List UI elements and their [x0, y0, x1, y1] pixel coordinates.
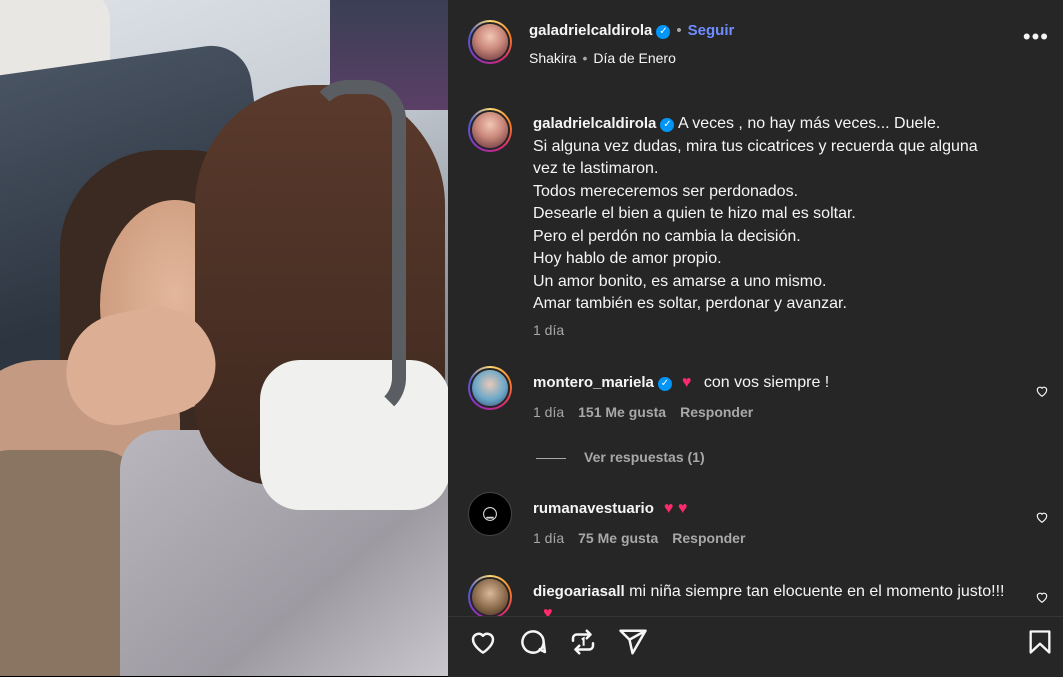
- more-options-icon[interactable]: •••: [1023, 26, 1049, 48]
- caption-line: Un amor bonito, es amarse a uno mismo.: [533, 272, 827, 290]
- author-username[interactable]: galadrielcaldirola: [529, 22, 652, 39]
- replies-divider: [536, 457, 566, 459]
- comment-body: mi niña siempre tan elocuente en el mome…: [629, 583, 1005, 600]
- post-header: galadrielcaldirola ✓ • Seguir Shakira • Día d…: [448, 0, 1063, 88]
- share-icon[interactable]: [618, 627, 648, 657]
- audio-info[interactable]: Shakira • Día de Enero: [529, 50, 676, 66]
- follow-button[interactable]: Seguir: [688, 22, 735, 39]
- caption-line: Amar también es soltar, perdonar y avanz…: [533, 295, 847, 312]
- verified-icon: ✓: [660, 118, 675, 132]
- caption-timestamp[interactable]: 1 día: [533, 322, 564, 338]
- audio-song: Día de Enero: [593, 50, 676, 66]
- comment-likes[interactable]: 75 Me gusta: [578, 530, 658, 546]
- save-bookmark-icon[interactable]: [1026, 627, 1054, 657]
- comment-time[interactable]: 1 día: [533, 404, 564, 420]
- comment-meta: 1 día 75 Me gusta Responder: [533, 530, 745, 546]
- commenter-avatar[interactable]: [468, 366, 512, 410]
- comment-icon[interactable]: [518, 627, 548, 657]
- like-icon[interactable]: [468, 627, 498, 657]
- verified-icon: ✓: [656, 25, 671, 39]
- comment-meta: 1 día 151 Me gusta Responder: [533, 404, 753, 420]
- commenter-username[interactable]: diegoariasall: [533, 583, 625, 600]
- commenter-avatar[interactable]: [468, 492, 512, 536]
- brand-logo-icon: [483, 507, 497, 521]
- view-replies-button[interactable]: Ver respuestas (1): [536, 449, 705, 465]
- comment-text: montero_mariela ✓ ♥ con vos siempre !: [533, 372, 1013, 394]
- comment-text: diegoariasall mi niña siempre tan elocue…: [533, 581, 1013, 616]
- commenter-username[interactable]: rumanavestuario: [533, 500, 654, 517]
- separator-dot: •: [582, 50, 588, 66]
- caption-line: Pero el perdón no cambia la decisión.: [533, 227, 801, 245]
- caption-line: Desearle el bien a quien te hizo mal es …: [533, 205, 856, 222]
- reply-button[interactable]: Responder: [672, 530, 745, 546]
- heart-outline-icon[interactable]: [1035, 510, 1049, 524]
- caption-line: Hoy hablo de amor propio.: [533, 250, 722, 267]
- comment-time[interactable]: 1 día: [533, 530, 564, 546]
- comment-item: diegoariasall mi niña siempre tan elocue…: [448, 575, 1063, 616]
- separator-dot: •: [676, 22, 682, 39]
- post-actions-bar: [448, 616, 1063, 677]
- headphones: [308, 80, 406, 418]
- post-media[interactable]: [0, 0, 448, 676]
- repost-icon[interactable]: [568, 627, 598, 657]
- reply-button[interactable]: Responder: [680, 404, 753, 420]
- caption-author-username[interactable]: galadrielcaldirola: [533, 115, 656, 132]
- comment-text: rumanavestuario ♥ ♥: [533, 498, 1013, 520]
- heart-outline-icon[interactable]: [1035, 590, 1049, 604]
- caption-line: Todos mereceremos ser perdonados.: [533, 182, 799, 200]
- comment-body: con vos siempre !: [703, 374, 830, 391]
- caption-line: vez te lastimaron.: [533, 160, 659, 177]
- commenter-avatar[interactable]: [468, 575, 512, 616]
- caption-text: galadrielcaldirola ✓ A veces , no hay más…: [533, 113, 1023, 316]
- heart-outline-icon[interactable]: [1035, 384, 1049, 398]
- comment-likes[interactable]: 151 Me gusta: [578, 404, 666, 420]
- audio-artist: Shakira: [529, 50, 577, 66]
- post-side-panel: galadrielcaldirola ✓ • Seguir Shakira • Día d…: [448, 0, 1063, 677]
- heart-emoji: ♥: [543, 605, 553, 616]
- caption-author-avatar[interactable]: [468, 108, 512, 152]
- verified-icon: ✓: [657, 377, 672, 391]
- commenter-username[interactable]: montero_mariela: [533, 374, 654, 391]
- heart-emoji: ♥ ♥: [663, 500, 688, 517]
- author-avatar[interactable]: [468, 20, 512, 64]
- caption-line: Si alguna vez dudas, mira tus cicatrices…: [533, 137, 978, 155]
- caption-line: galadrielcaldirola ✓ A veces , no hay más…: [533, 115, 941, 132]
- header-title-line: galadrielcaldirola ✓ • Seguir: [529, 22, 734, 39]
- woman-top: [0, 450, 140, 676]
- heart-emoji: ♥: [681, 374, 692, 391]
